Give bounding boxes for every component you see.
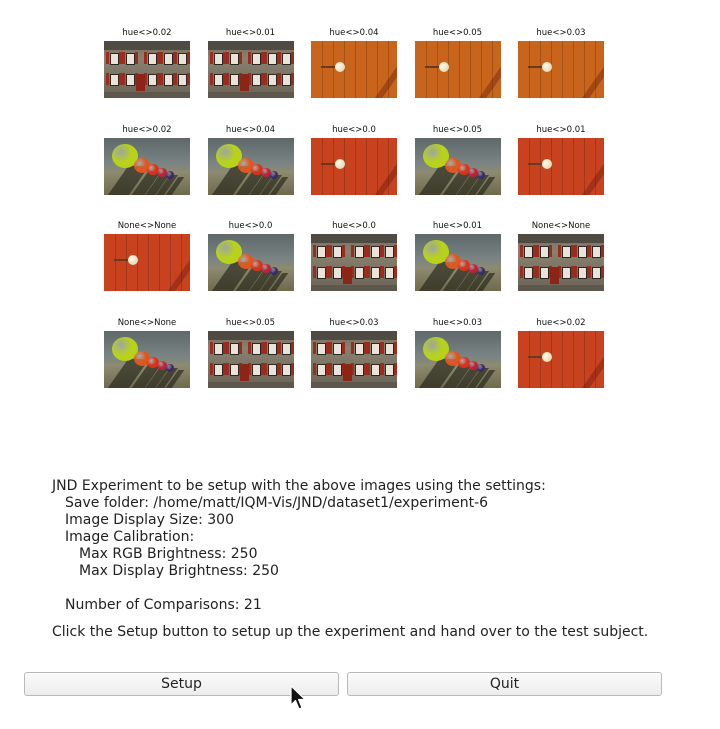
image-label: hue<>0.04 <box>329 28 379 38</box>
image-label: hue<>0.03 <box>329 317 379 328</box>
image-cell: hue<>0.0 <box>311 125 397 222</box>
image-cell: hue<>0.02 <box>518 318 604 415</box>
mouse-cursor-icon <box>290 685 306 710</box>
max-display-text: Max Display Brightness: 250 <box>79 563 279 579</box>
comparisons-text: Number of Comparisons: 21 <box>65 597 262 613</box>
image-label: hue<>0.03 <box>432 317 483 328</box>
image-grid-row: None<>None hue<>0.05 hue<>0.03 hue<>0.03 hue… <box>104 317 604 415</box>
image-label: hue<>0.0 <box>332 221 376 231</box>
image-label: hue<>0.01 <box>225 28 276 38</box>
image-grid-row: hue<>0.02 hue<>0.04 hue<>0.0 hue<>0.05 hue<>… <box>104 124 604 222</box>
save-folder-text: Save folder: /home/matt/IQM-Vis/JND/data… <box>65 495 489 511</box>
thumbnail-hats <box>104 330 190 388</box>
image-cell: hue<>0.05 <box>207 317 294 415</box>
image-cell: hue<>0.01 <box>207 28 294 125</box>
thumbnail-barn-door <box>414 41 501 98</box>
image-label: hue<>0.05 <box>432 28 483 38</box>
thumbnail-barn-door <box>518 137 604 195</box>
summary-intro: JND Experiment to be setup with the abov… <box>52 478 546 494</box>
thumbnail-barn-door <box>104 234 190 291</box>
image-label: hue<>0.01 <box>432 221 483 231</box>
image-label: hue<>0.0 <box>332 124 376 135</box>
instructions-text: Click the Setup button to setup up the e… <box>52 624 649 640</box>
image-cell: hue<>0.03 <box>311 318 397 415</box>
image-cell: hue<>0.05 <box>414 124 501 222</box>
image-cell: None<>None <box>518 221 604 318</box>
image-label: hue<>0.0 <box>228 221 273 231</box>
image-grid-row: None<>None hue<>0.0 hue<>0.0 hue<>0.01 None<… <box>104 221 604 318</box>
max-rgb-text: Max RGB Brightness: 250 <box>79 546 258 562</box>
image-cell: hue<>0.01 <box>414 221 501 318</box>
image-label: None<>None <box>117 317 177 328</box>
image-cell: hue<>0.03 <box>414 317 501 415</box>
image-cell: None<>None <box>104 221 190 318</box>
thumbnail-building <box>518 234 604 291</box>
image-cell: hue<>0.04 <box>311 28 397 125</box>
thumbnail-barn-door <box>311 41 397 98</box>
quit-button[interactable]: Quit <box>347 672 662 696</box>
image-label: None<>None <box>531 221 591 231</box>
image-grid-row: hue<>0.02 hue<>0.01 hue<>0.04 hue<>0.05 hue<… <box>104 28 604 125</box>
image-grid: hue<>0.02 hue<>0.01 hue<>0.04 hue<>0.05 hue<… <box>104 28 604 415</box>
thumbnail-barn-door <box>518 330 604 388</box>
image-label: hue<>0.02 <box>122 28 172 38</box>
thumbnail-hats <box>414 137 501 195</box>
thumbnail-building <box>311 330 397 388</box>
thumbnail-barn-door <box>518 41 604 98</box>
image-cell: hue<>0.02 <box>104 28 190 125</box>
thumbnail-building <box>207 41 294 98</box>
image-label: hue<>0.02 <box>536 317 586 328</box>
image-cell: None<>None <box>104 318 190 415</box>
image-label: hue<>0.01 <box>536 124 586 135</box>
calibration-heading: Image Calibration: <box>65 529 195 545</box>
image-label: hue<>0.04 <box>225 124 276 135</box>
display-size-text: Image Display Size: 300 <box>65 512 234 528</box>
thumbnail-building <box>311 234 397 291</box>
thumbnail-hats <box>104 137 190 195</box>
image-cell: hue<>0.04 <box>207 124 294 222</box>
thumbnail-hats <box>207 234 294 291</box>
image-label: hue<>0.03 <box>536 28 586 38</box>
thumbnail-building <box>104 41 190 98</box>
image-label: None<>None <box>117 221 177 231</box>
image-label: hue<>0.02 <box>122 124 172 135</box>
image-cell: hue<>0.0 <box>311 221 397 318</box>
image-cell: hue<>0.02 <box>104 125 190 222</box>
image-label: hue<>0.05 <box>225 317 276 328</box>
thumbnail-hats <box>207 137 294 195</box>
thumbnail-building <box>207 330 294 388</box>
image-cell: hue<>0.05 <box>414 28 501 125</box>
image-label: hue<>0.05 <box>432 124 483 135</box>
thumbnail-barn-door <box>311 137 397 195</box>
setup-summary: JND Experiment to be setup with the abov… <box>52 478 648 641</box>
thumbnail-hats <box>414 234 501 291</box>
image-cell: hue<>0.01 <box>518 125 604 222</box>
thumbnail-hats <box>414 330 501 388</box>
image-cell: hue<>0.03 <box>518 28 604 125</box>
image-cell: hue<>0.0 <box>207 221 294 318</box>
